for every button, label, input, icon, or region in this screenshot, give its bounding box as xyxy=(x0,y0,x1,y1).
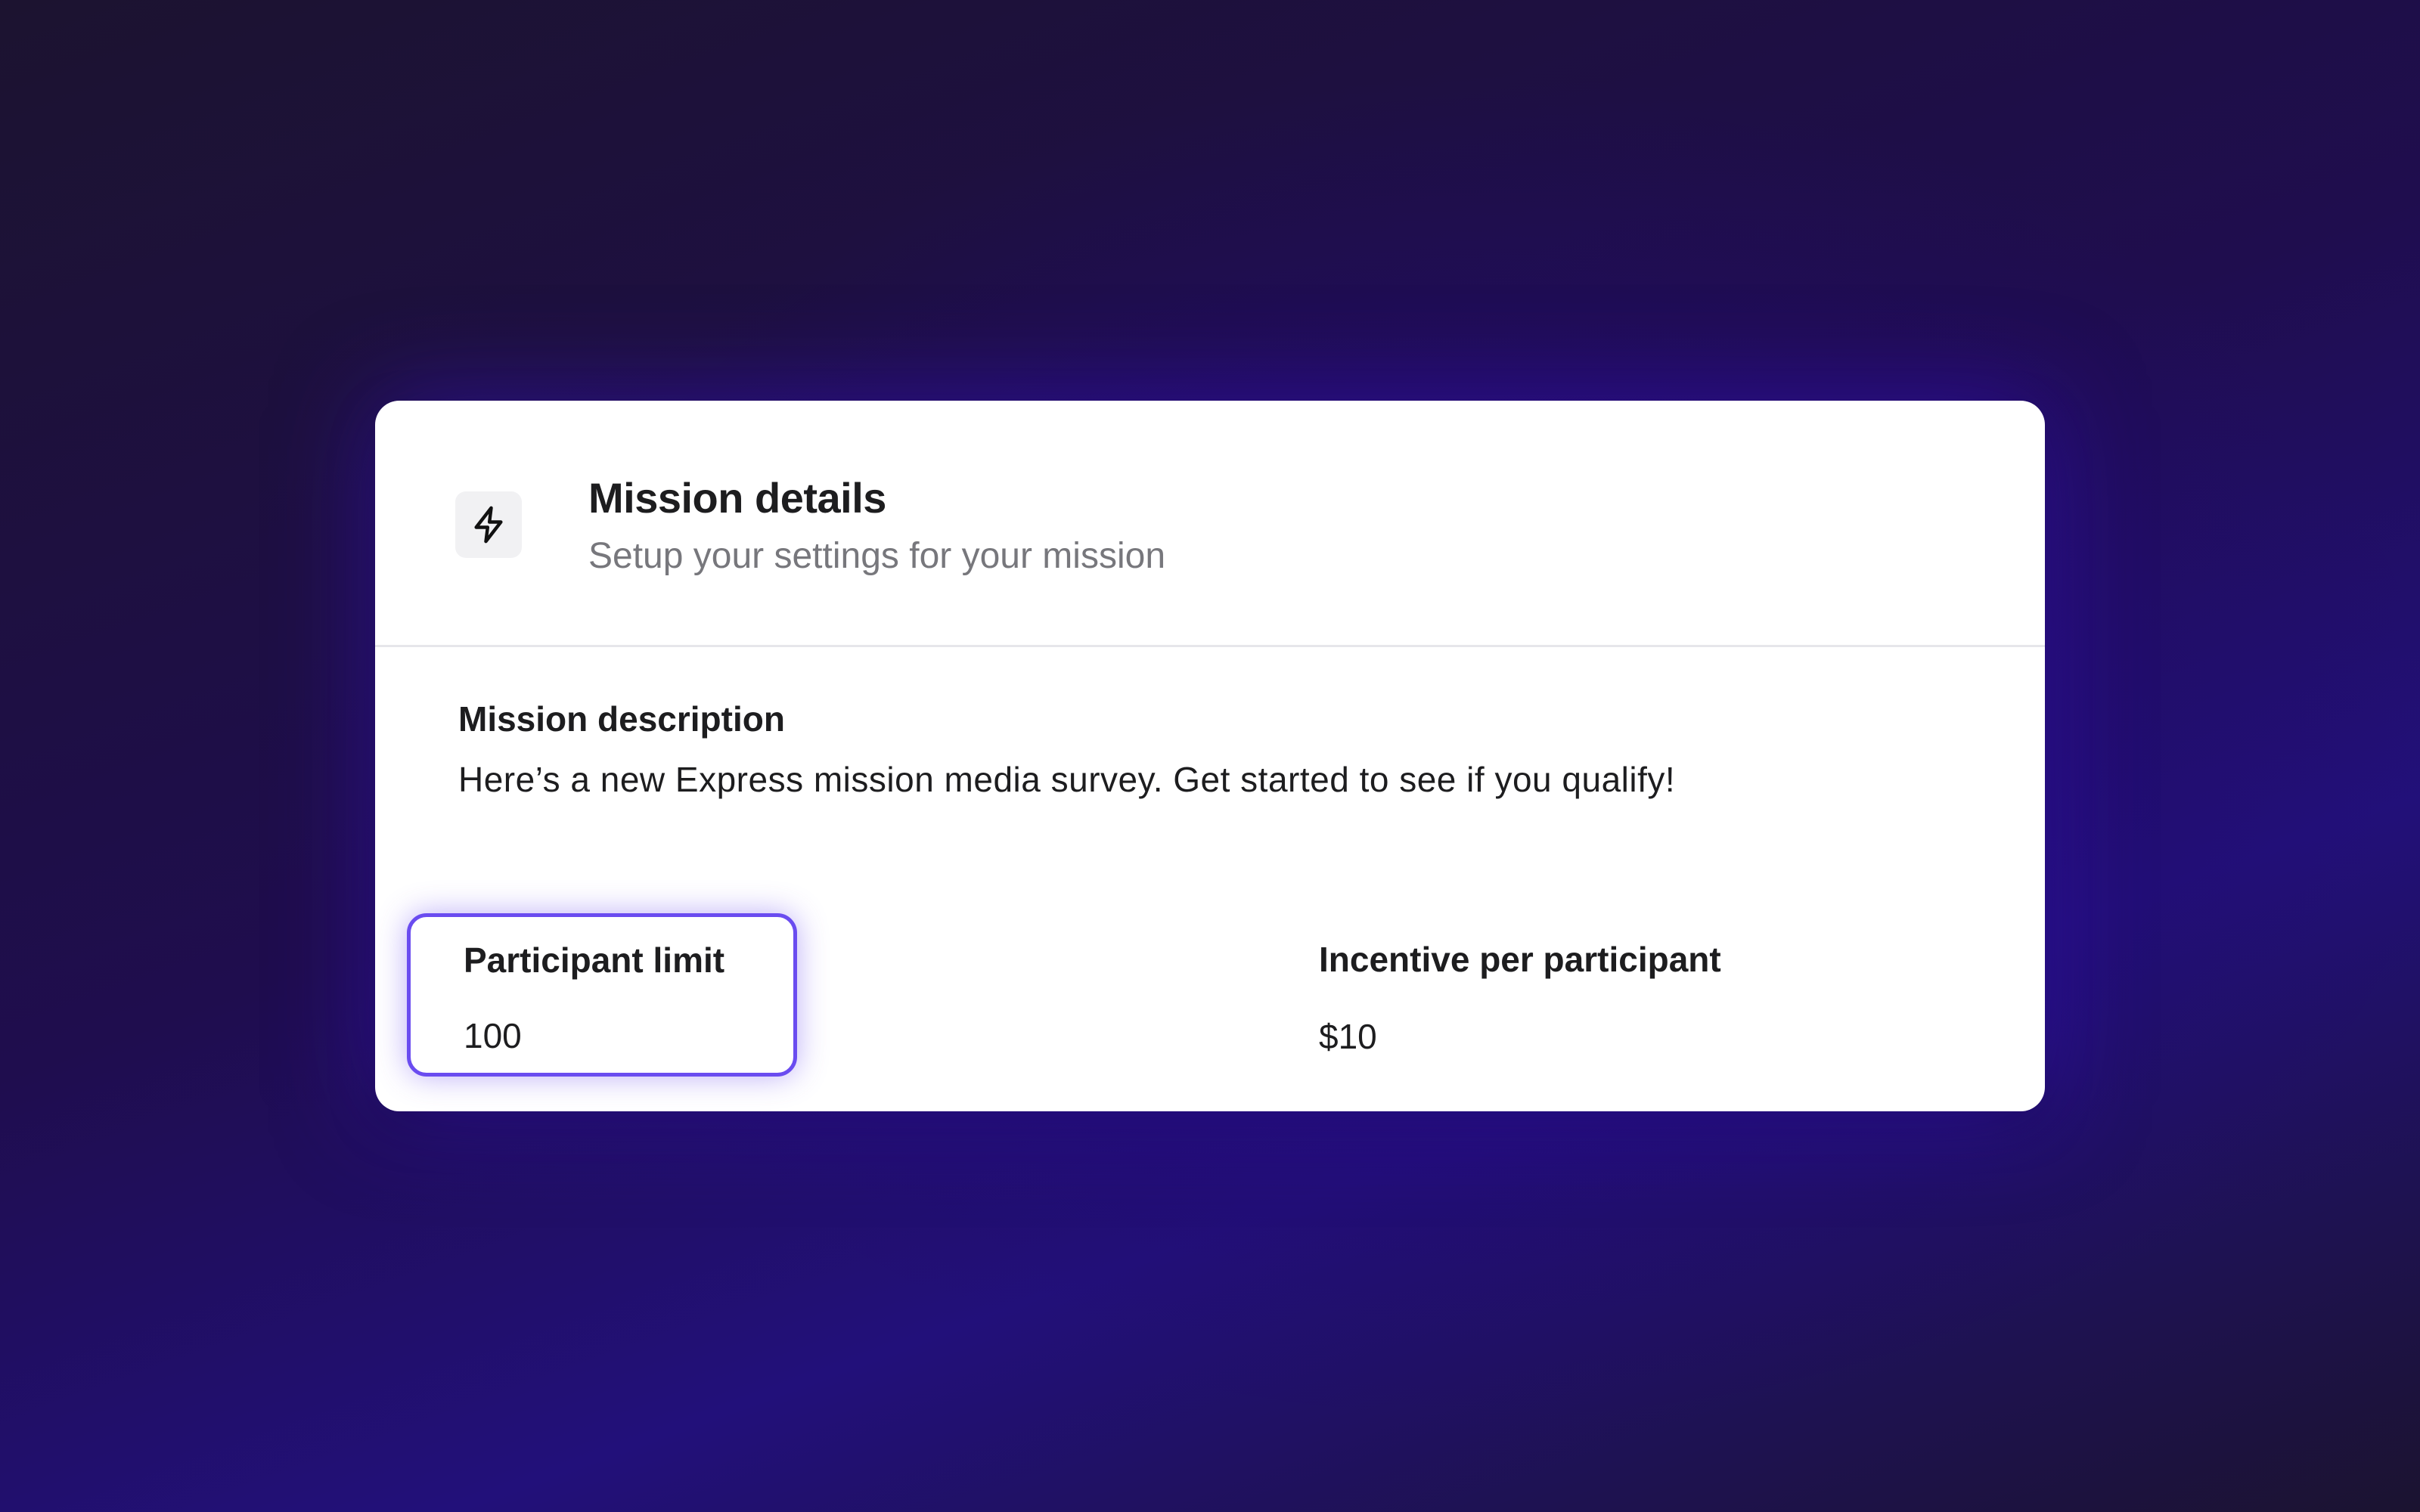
incentive-per-participant-label: Incentive per participant xyxy=(1319,940,1721,979)
lightning-bolt-icon xyxy=(455,491,522,558)
incentive-per-participant-value[interactable]: $10 xyxy=(1319,1016,1377,1057)
card-header: Mission details Setup your settings for … xyxy=(375,401,2045,647)
page-subtitle: Setup your settings for your mission xyxy=(588,536,1166,576)
page-title: Mission details xyxy=(588,474,886,522)
mission-description-text[interactable]: Here’s a new Express mission media surve… xyxy=(458,759,1675,800)
participant-limit-field[interactable]: Participant limit 100 xyxy=(407,913,797,1077)
mission-description-label: Mission description xyxy=(458,699,785,739)
participant-limit-label: Participant limit xyxy=(464,940,725,980)
mission-details-card: Mission details Setup your settings for … xyxy=(375,401,2045,1111)
participant-limit-value[interactable]: 100 xyxy=(464,1015,522,1056)
page-background: { "header": { "icon": "lightning-bolt-ic… xyxy=(0,0,2420,1512)
